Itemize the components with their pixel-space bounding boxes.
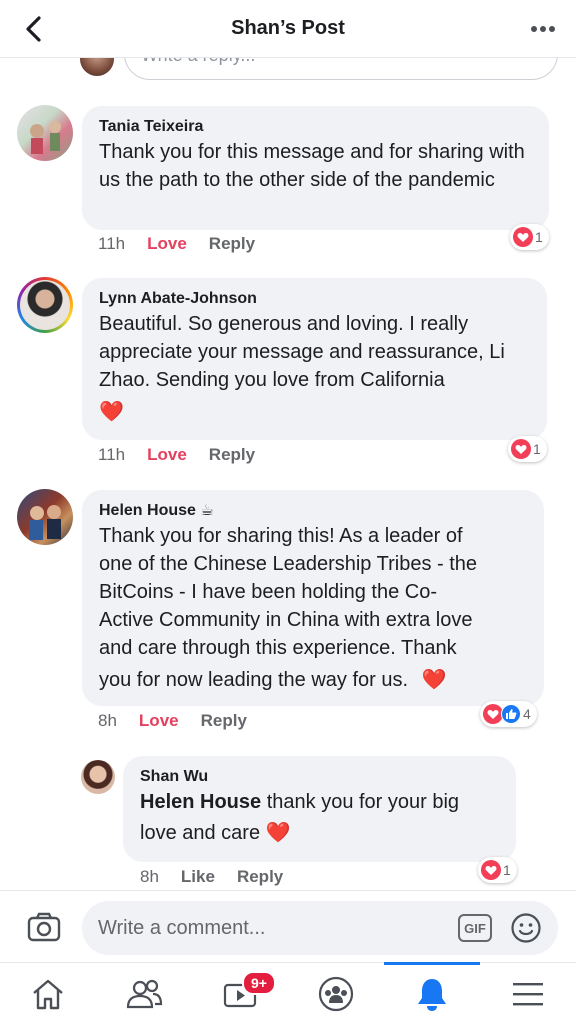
notifications-icon	[418, 979, 446, 1011]
tab-friends[interactable]	[96, 963, 192, 1024]
avatar[interactable]	[17, 489, 73, 545]
author-name[interactable]: Helen House	[99, 502, 196, 519]
comment-bubble[interactable]: Tania Teixeira Thank you for this messag…	[82, 106, 549, 230]
love-button[interactable]: Love	[139, 711, 179, 731]
tab-groups[interactable]	[288, 963, 384, 1024]
comment-placeholder: Write a comment...	[98, 917, 266, 939]
love-reaction-icon	[513, 227, 533, 247]
comment-actions: 8h Love Reply	[98, 711, 247, 731]
coffee-emoji: ☕	[200, 502, 214, 519]
reaction-number: 4	[523, 706, 531, 722]
like-button[interactable]: Like	[181, 867, 215, 887]
notification-badge: 9+	[242, 971, 276, 995]
heart-emoji: ❤️	[99, 401, 124, 423]
heart-emoji: ❤️	[265, 822, 291, 844]
more-dots-icon	[531, 26, 555, 32]
emoji-button[interactable]	[510, 912, 542, 944]
reply-bubble[interactable]: Shan Wu Helen House thank you for your b…	[123, 756, 516, 862]
comment-text-last: you for now leading the way for us. ❤️	[99, 662, 528, 698]
reply-button[interactable]: Reply	[201, 711, 247, 731]
like-reaction-icon	[501, 704, 521, 724]
comment-text-line: you for now leading the way for us.	[99, 669, 409, 691]
reaction-number: 1	[503, 862, 511, 878]
comment-actions: 11h Love Reply	[98, 445, 255, 465]
comment-time: 8h	[98, 711, 117, 730]
reply-button[interactable]: Reply	[209, 234, 255, 254]
back-button[interactable]	[18, 13, 50, 45]
comment-author[interactable]: Helen House ☕	[99, 500, 528, 522]
bottom-tab-bar: 9+	[0, 962, 576, 1024]
reply-text-line: love and care ❤️	[140, 816, 500, 850]
chevron-left-icon	[26, 16, 41, 42]
avatar	[80, 58, 114, 76]
avatar[interactable]	[81, 760, 115, 794]
friends-icon	[126, 979, 163, 1009]
page-title: Shan’s Post	[231, 17, 345, 39]
reply-button[interactable]: Reply	[237, 867, 283, 887]
smiley-icon	[511, 913, 541, 943]
camera-icon	[27, 912, 61, 942]
reaction-count[interactable]: 1	[510, 224, 549, 250]
tab-watch[interactable]: 9+	[192, 963, 288, 1024]
comment-text-line: one of the Chinese Leadership Tribes - t…	[99, 553, 478, 575]
comment-text: Beautiful. So generous and loving. I rea…	[99, 313, 505, 391]
comments-feed[interactable]: Write a reply... Tania Teixeira Thank yo…	[0, 58, 576, 890]
love-button[interactable]: Love	[147, 234, 187, 254]
gif-button[interactable]: GIF	[458, 914, 492, 942]
comment-bubble[interactable]: Lynn Abate-Johnson Beautiful. So generou…	[82, 278, 547, 440]
tab-home[interactable]	[0, 963, 96, 1024]
reply-composer: Write a reply...	[80, 58, 560, 80]
reply-input[interactable]: Write a reply...	[124, 58, 558, 80]
heart-emoji: ❤️	[421, 669, 447, 691]
more-options-button[interactable]	[528, 17, 558, 41]
avatar[interactable]	[17, 105, 73, 161]
reply-actions: 8h Like Reply	[140, 867, 283, 887]
comment-author[interactable]: Tania Teixeira	[99, 116, 533, 138]
camera-button[interactable]	[26, 909, 62, 945]
reply-text: love and care	[140, 822, 261, 844]
comment-actions: 11h Love Reply	[98, 234, 255, 254]
love-reaction-icon	[511, 439, 531, 459]
reaction-number: 1	[535, 229, 543, 245]
reply-author[interactable]: Shan Wu	[140, 766, 500, 788]
tab-notifications[interactable]	[384, 962, 480, 1024]
reply-time: 8h	[140, 867, 159, 886]
comment-text-line: and care through this experience. Thank	[99, 637, 457, 659]
avatar[interactable]	[17, 277, 73, 333]
comment-composer: Write a comment... GIF	[0, 890, 576, 962]
reaction-count[interactable]: 1	[508, 436, 547, 462]
comment-text-line: BitCoins - I have been holding the Co-	[99, 581, 437, 603]
reaction-count[interactable]: 4	[480, 701, 537, 727]
comment-time: 11h	[98, 234, 126, 253]
comment-text-line: Thank you for sharing this! As a leader …	[99, 525, 463, 547]
comment-time: 11h	[98, 445, 126, 464]
header: Shan’s Post	[0, 0, 576, 58]
comment-text-line: Active Community in China with extra lov…	[99, 609, 473, 631]
love-reaction-icon	[481, 860, 501, 880]
reaction-count[interactable]: 1	[478, 857, 517, 883]
tab-menu[interactable]	[480, 963, 576, 1024]
comment-text: Thank you for this message and for shari…	[99, 141, 525, 191]
groups-icon	[318, 976, 354, 1012]
comment-author[interactable]: Lynn Abate-Johnson	[99, 288, 531, 310]
reply-text-line: Helen House thank you for your big	[140, 788, 500, 816]
reaction-number: 1	[533, 441, 541, 457]
love-reaction-icon	[483, 704, 503, 724]
reply-button[interactable]: Reply	[209, 445, 255, 465]
reply-placeholder: Write a reply...	[141, 58, 255, 66]
love-button[interactable]: Love	[147, 445, 187, 465]
mention-link[interactable]: Helen House	[140, 791, 261, 813]
menu-icon	[513, 983, 543, 1006]
home-icon	[33, 979, 63, 1010]
comment-bubble[interactable]: Helen House ☕ Thank you for sharing this…	[82, 490, 544, 706]
comment-input[interactable]: Write a comment... GIF	[82, 901, 558, 955]
reply-text: thank you for your big	[261, 791, 460, 813]
